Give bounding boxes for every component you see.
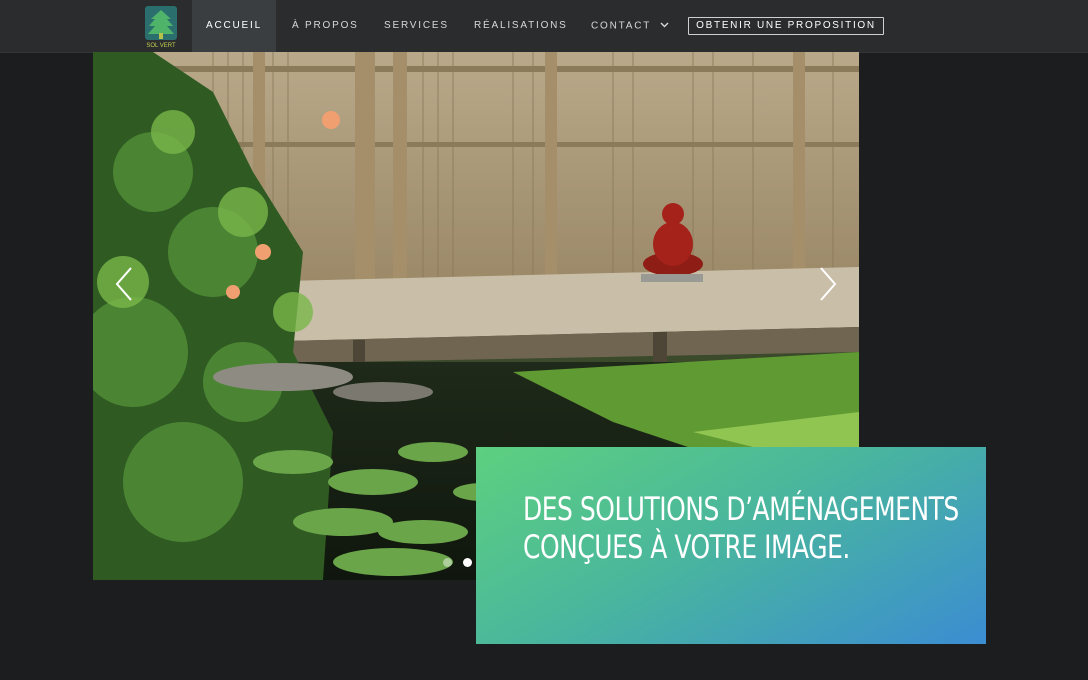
slider-dot-1[interactable]	[443, 558, 452, 567]
hero-heading: DES SOLUTIONS D’AMÉNAGEMENTS CONÇUES À V…	[523, 490, 959, 566]
chevron-down-icon	[660, 0, 669, 52]
slider-dot-2[interactable]	[463, 558, 473, 567]
chevron-left-icon	[115, 267, 132, 301]
slider-next-button[interactable]	[811, 264, 841, 304]
nav-item-realisations[interactable]: RÉALISATIONS	[474, 0, 568, 52]
nav-label-contact: CONTACT	[591, 20, 652, 32]
get-proposal-button[interactable]: OBTENIR UNE PROPOSITION	[688, 17, 884, 35]
chevron-right-icon	[820, 267, 837, 301]
nav-item-services[interactable]: SERVICES	[384, 0, 449, 52]
nav-label-realisations: RÉALISATIONS	[474, 20, 568, 31]
sol-vert-logo[interactable]: SOL VERT	[144, 5, 178, 49]
nav-item-accueil[interactable]: ACCUEIL	[192, 0, 276, 52]
nav-item-contact[interactable]: CONTACT	[591, 0, 669, 52]
slider-previous-button[interactable]	[111, 264, 141, 304]
logo-text: SOL VERT	[146, 43, 176, 49]
nav-item-a-propos[interactable]: À PROPOS	[292, 0, 359, 52]
nav-label-accueil: ACCUEIL	[206, 20, 262, 31]
nav-label-a-propos: À PROPOS	[292, 20, 359, 31]
nav-label-services: SERVICES	[384, 20, 449, 31]
slider-pagination	[443, 554, 479, 567]
hero-callout-box: DES SOLUTIONS D’AMÉNAGEMENTS CONÇUES À V…	[476, 447, 986, 644]
top-navigation-bar: SOL VERT ACCUEIL À PROPOS SERVICES RÉALI…	[0, 0, 1088, 53]
